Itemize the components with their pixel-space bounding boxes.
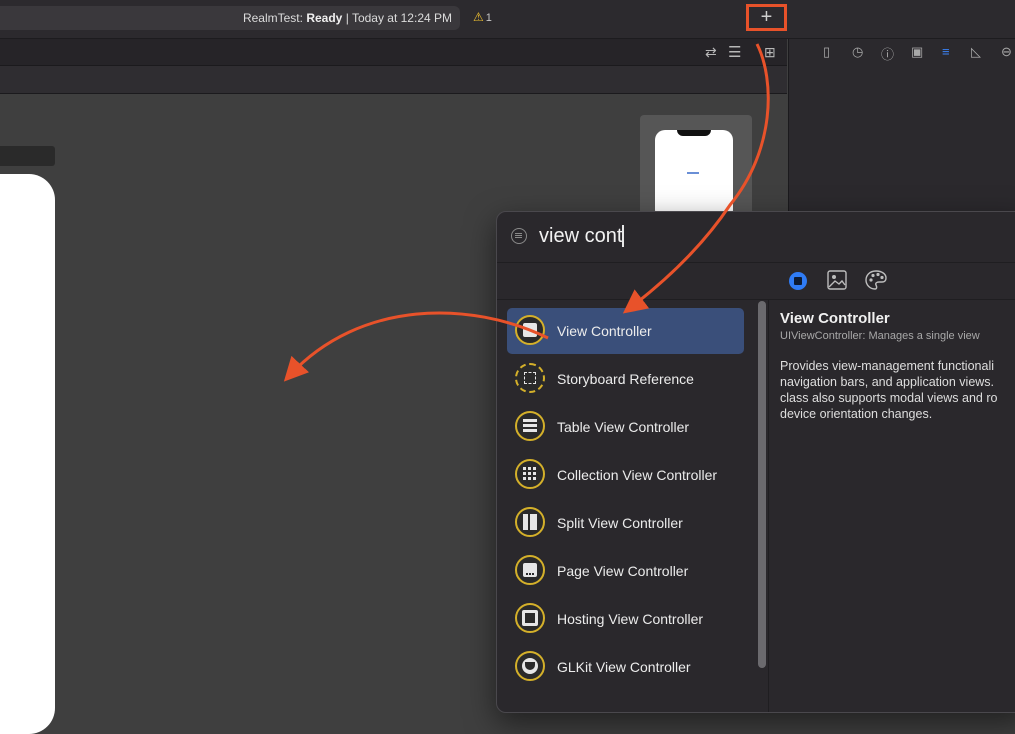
thumbnail-content [687,172,699,174]
thumbnail-device [655,130,733,220]
library-search-input[interactable] [539,222,939,250]
objects-icon[interactable] [787,270,809,292]
detail-title: View Controller [780,310,890,327]
view-controller-icon [515,315,545,345]
objects-square [794,277,802,285]
thumbnail-notch [677,130,711,136]
warning-count: 1 [485,12,492,24]
identity-icon[interactable]: ▣ [911,44,923,60]
device-frame[interactable] [0,174,55,734]
object-detail-pane: View Controller UIViewController: Manage… [780,310,1015,610]
detail-subtitle: UIViewController: Manages a single view [780,330,980,342]
hosting-view-controller-icon [515,603,545,633]
table-view-controller-icon [515,411,545,441]
list-item-label: Split View Controller [557,515,683,531]
file-icon[interactable]: ▯ [823,44,830,60]
list-item-split-view-controller[interactable]: Split View Controller [507,500,744,546]
status-state: Ready [306,11,343,25]
status-time: | Today at 12:24 PM [345,11,452,25]
history-icon[interactable]: ◷ [852,44,863,60]
media-icon[interactable] [827,270,849,292]
library-results-list: View Controller Storyboard Reference Tab… [497,300,755,712]
status-project: RealmTest: [242,11,303,25]
list-item-label: Table View Controller [557,419,690,435]
library-add-button[interactable]: + [746,4,787,31]
library-search-bar [497,212,1015,263]
add-editor-icon[interactable]: ⊞ [764,44,776,61]
list-item-label: Page View Controller [557,563,689,579]
list-item-hosting-view-controller[interactable]: Hosting View Controller [507,596,744,642]
storyboard-reference-icon [515,363,545,393]
attributes-icon[interactable]: ≡ [942,44,950,59]
scene-title-bar[interactable] [0,146,55,166]
text-cursor [622,225,624,247]
list-item-collection-view-controller[interactable]: Collection View Controller [507,452,744,498]
list-scrollbar[interactable] [758,301,766,668]
filter-icon[interactable] [511,228,527,244]
list-item-label: Hosting View Controller [557,611,704,627]
inspector-tabs: ▯ ◷ ⓘ ▣ ≡ ◺ ⊖ [789,39,1015,65]
list-item-label: View Controller [557,323,652,339]
library-segment-control [497,263,1015,300]
list-item-label: Storyboard Reference [557,371,694,387]
list-item-storyboard-reference[interactable]: Storyboard Reference [507,356,744,402]
connections-icon[interactable]: ⊖ [1001,44,1012,60]
glkit-view-controller-icon [515,651,545,681]
warning-icon: ⚠ [473,10,484,24]
split-view-controller-icon [515,507,545,537]
colors-icon[interactable] [865,270,887,292]
list-detail-divider [768,300,769,712]
object-library-popup: View Controller Storyboard Reference Tab… [496,211,1015,713]
list-item-label: GLKit View Controller [557,659,691,675]
help-icon[interactable]: ⓘ [881,44,894,63]
list-item-view-controller[interactable]: View Controller [507,308,744,354]
list-item-glkit-view-controller[interactable]: GLKit View Controller [507,644,744,690]
page-view-controller-icon [515,555,545,585]
activity-status-bar: RealmTest: Ready | Today at 12:24 PM [0,6,460,30]
detail-description: Provides view-management functionali nav… [780,359,998,421]
warning-indicator[interactable]: ⚠ 1 [473,10,492,24]
list-item-table-view-controller[interactable]: Table View Controller [507,404,744,450]
lines-icon[interactable]: ☰ [728,43,741,61]
collection-view-controller-icon [515,459,545,489]
swap-icon[interactable]: ⇄ [705,44,717,61]
jump-bar [0,66,787,94]
list-item-label: Collection View Controller [557,467,718,483]
editor-tab-bar [0,39,787,66]
window-toolbar: RealmTest: Ready | Today at 12:24 PM ⚠ 1 … [0,0,1015,39]
status-text: RealmTest: Ready | Today at 12:24 PM [243,11,452,25]
list-item-page-view-controller[interactable]: Page View Controller [507,548,744,594]
size-icon[interactable]: ◺ [971,44,981,60]
